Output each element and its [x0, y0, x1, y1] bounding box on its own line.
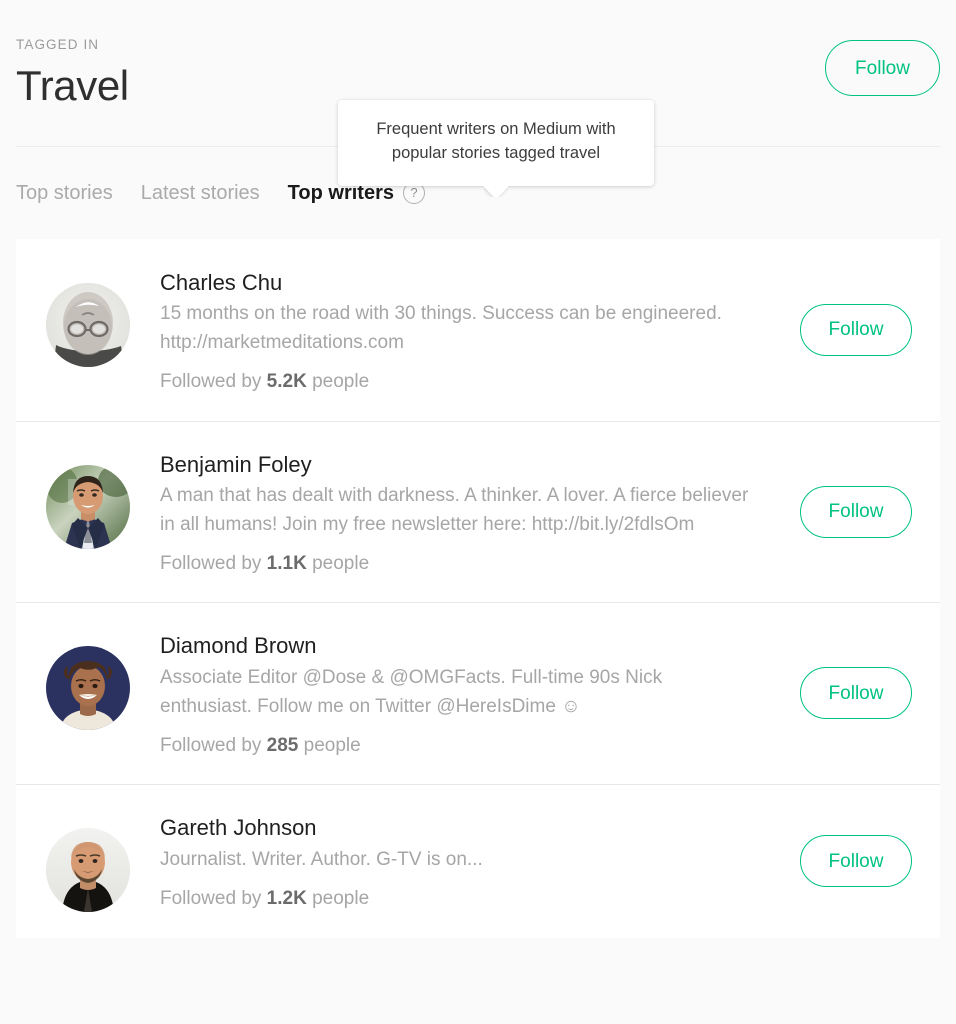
- writer-followers: Followed by 5.2K people: [160, 370, 750, 395]
- writer-followers: Followed by 285 people: [160, 734, 750, 759]
- writer-name[interactable]: Gareth Johnson: [160, 814, 750, 842]
- writer-name[interactable]: Charles Chu: [160, 269, 750, 297]
- tab-top-stories[interactable]: Top stories: [16, 183, 113, 203]
- top-writers-tooltip: Frequent writers on Medium with popular …: [338, 100, 654, 186]
- follow-tag-button[interactable]: Follow: [825, 40, 940, 96]
- followers-prefix: Followed by: [160, 887, 262, 909]
- header-row: TAGGED IN Travel Follow: [16, 0, 940, 108]
- followers-prefix: Followed by: [160, 734, 262, 756]
- followers-suffix: people: [312, 552, 370, 574]
- follow-writer-button[interactable]: Follow: [800, 303, 912, 356]
- followers-count: 5.2K: [266, 370, 307, 392]
- tooltip-arrow: [484, 185, 508, 197]
- writer-bio: 15 months on the road with 30 things. Su…: [160, 303, 722, 353]
- followers-count: 285: [266, 734, 299, 756]
- tab-latest-stories[interactable]: Latest stories: [141, 183, 260, 203]
- writer-followers: Followed by 1.1K people: [160, 552, 750, 577]
- writer-name[interactable]: Diamond Brown: [160, 632, 750, 660]
- writer-followers: Followed by 1.2K people: [160, 887, 750, 912]
- follow-writer-button[interactable]: Follow: [800, 835, 912, 888]
- writer-info: Charles Chu 15 months on the road with 3…: [160, 265, 770, 395]
- page-title: Travel: [16, 61, 129, 109]
- benjamin-foley-avatar: [46, 464, 130, 549]
- writer-bio: Journalist. Writer. Author. G-TV is on..…: [160, 848, 483, 870]
- list-item[interactable]: Benjamin Foley A man that has dealt with…: [16, 420, 940, 603]
- writer-bio: A man that has dealt with darkness. A th…: [160, 485, 749, 535]
- writer-bio: Associate Editor @Dose & @OMGFacts. Full…: [160, 666, 663, 717]
- followers-suffix: people: [303, 734, 361, 756]
- follow-writer-button[interactable]: Follow: [800, 667, 912, 720]
- followers-suffix: people: [312, 887, 370, 909]
- writer-info: Gareth Johnson Journalist. Writer. Autho…: [160, 810, 770, 911]
- list-item[interactable]: Diamond Brown Associate Editor @Dose & @…: [16, 602, 940, 785]
- list-item[interactable]: Gareth Johnson Journalist. Writer. Autho…: [16, 784, 940, 939]
- tagged-in-eyebrow: TAGGED IN: [16, 37, 100, 52]
- writer-name[interactable]: Benjamin Foley: [160, 451, 750, 479]
- tooltip-text: Frequent writers on Medium with popular …: [376, 120, 616, 162]
- followers-prefix: Followed by: [160, 370, 262, 392]
- header-titles: TAGGED IN Travel: [16, 38, 129, 108]
- writer-info: Diamond Brown Associate Editor @Dose & @…: [160, 628, 770, 758]
- top-writers-list: Charles Chu 15 months on the road with 3…: [16, 238, 940, 939]
- diamond-brown-avatar: [46, 646, 130, 731]
- charles-chu-avatar: [46, 282, 130, 367]
- follow-writer-button[interactable]: Follow: [800, 485, 912, 538]
- list-item[interactable]: Charles Chu 15 months on the road with 3…: [16, 238, 940, 421]
- writer-info: Benjamin Foley A man that has dealt with…: [160, 447, 770, 577]
- followers-count: 1.1K: [266, 552, 307, 574]
- followers-suffix: people: [312, 370, 370, 392]
- followers-count: 1.2K: [266, 887, 307, 909]
- gareth-johnson-avatar: [46, 828, 130, 913]
- followers-prefix: Followed by: [160, 552, 262, 574]
